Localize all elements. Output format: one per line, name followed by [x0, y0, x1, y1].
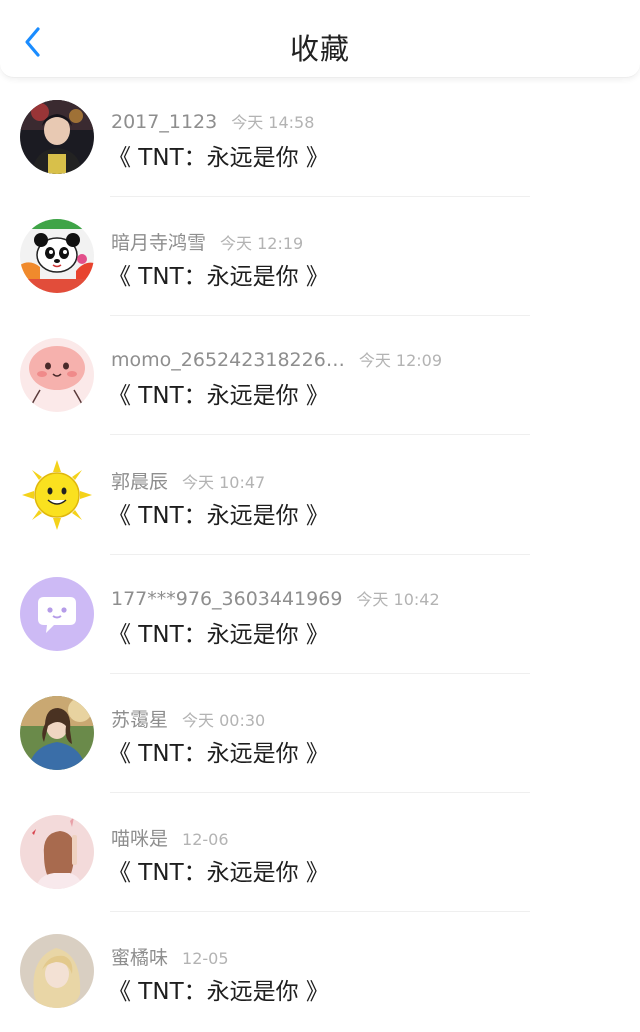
- message-text[interactable]: 《 TNT：永远是你 》: [108, 257, 329, 291]
- timestamp: 12-06: [182, 830, 229, 850]
- message-text[interactable]: 《 TNT：永远是你 》: [108, 138, 329, 172]
- list-item[interactable]: 喵咪是 12-06 《 TNT：永远是你 》: [0, 793, 640, 913]
- sender-name: 暗月寺鸿雪: [111, 232, 207, 255]
- item-meta: 苏霭星 今天 00:30: [111, 705, 265, 732]
- avatar-pink-blob: [20, 338, 94, 413]
- timestamp: 今天 10:47: [182, 472, 266, 492]
- avatar[interactable]: [20, 338, 94, 413]
- item-meta: 蜜橘味 12-05: [111, 943, 229, 970]
- avatar-panda: [20, 219, 94, 294]
- list-item[interactable]: 苏霭星 今天 00:30 《 TNT：永远是你 》: [0, 674, 640, 793]
- top-nav-bar: 收藏: [0, 0, 640, 78]
- avatar-photo-girl-pink: [20, 815, 94, 890]
- item-meta: 郭晨辰 今天 10:47: [111, 467, 265, 494]
- list-item[interactable]: momo_265242318226… 今天 12:09 《 TNT：永远是你 》: [0, 316, 640, 436]
- avatar[interactable]: [20, 457, 94, 532]
- item-meta: 暗月寺鸿雪 今天 12:19: [111, 228, 303, 255]
- sender-name: 177***976_3603441969: [111, 587, 343, 610]
- avatar-photo-blonde: [20, 934, 94, 1009]
- sender-name: 2017_1123: [111, 111, 218, 133]
- message-text[interactable]: 《 TNT：永远是你 》: [108, 853, 329, 887]
- sender-name: 蜜橘味: [111, 947, 169, 970]
- avatar-sun: [20, 457, 94, 532]
- favorites-list: 2017_1123 今天 14:58 《 TNT：永远是你 》 暗月寺鸿雪 今天…: [0, 78, 640, 1032]
- item-meta: momo_265242318226… 今天 12:09: [111, 347, 442, 371]
- avatar[interactable]: [20, 934, 94, 1009]
- timestamp: 今天 00:30: [182, 710, 266, 730]
- list-item[interactable]: 暗月寺鸿雪 今天 12:19 《 TNT：永远是你 》: [0, 197, 640, 317]
- page-title: 收藏: [289, 32, 350, 66]
- timestamp: 今天 14:58: [231, 113, 315, 132]
- message-text[interactable]: 《 TNT：永远是你 》: [108, 972, 329, 1006]
- item-meta: 2017_1123 今天 14:58: [111, 109, 314, 133]
- message-text[interactable]: 《 TNT：永远是你 》: [108, 615, 329, 649]
- timestamp: 今天 10:42: [356, 589, 440, 609]
- message-text[interactable]: 《 TNT：永远是你 》: [108, 376, 329, 410]
- avatar-photo-girl: [20, 695, 94, 770]
- avatar-photo-boy: [20, 100, 94, 174]
- avatar[interactable]: [20, 219, 94, 294]
- sender-name: momo_265242318226…: [111, 349, 345, 372]
- list-item[interactable]: 蜜橘味 12-05 《 TNT：永远是你 》: [0, 912, 640, 1031]
- sender-name: 苏霭星: [111, 708, 169, 731]
- timestamp: 12-05: [182, 949, 229, 969]
- list-item[interactable]: 177***976_3603441969 今天 10:42 《 TNT：永远是你 …: [0, 555, 640, 674]
- message-text[interactable]: 《 TNT：永远是你 》: [108, 734, 329, 768]
- message-text[interactable]: 《 TNT：永远是你 》: [108, 496, 329, 530]
- avatar[interactable]: [20, 815, 94, 890]
- list-item[interactable]: 郭晨辰 今天 10:47 《 TNT：永远是你 》: [0, 436, 640, 555]
- avatar-default-chat: [20, 576, 94, 651]
- avatar[interactable]: [20, 695, 94, 770]
- sender-name: 郭晨辰: [111, 470, 169, 493]
- timestamp: 今天 12:09: [358, 351, 443, 371]
- avatar[interactable]: [20, 100, 94, 174]
- list-item[interactable]: 2017_1123 今天 14:58 《 TNT：永远是你 》: [0, 78, 640, 197]
- timestamp: 今天 12:19: [220, 234, 304, 254]
- sender-name: 喵咪是: [111, 828, 169, 851]
- item-meta: 177***976_3603441969 今天 10:42: [111, 586, 440, 610]
- avatar[interactable]: [20, 576, 94, 651]
- item-meta: 喵咪是 12-06: [111, 824, 229, 851]
